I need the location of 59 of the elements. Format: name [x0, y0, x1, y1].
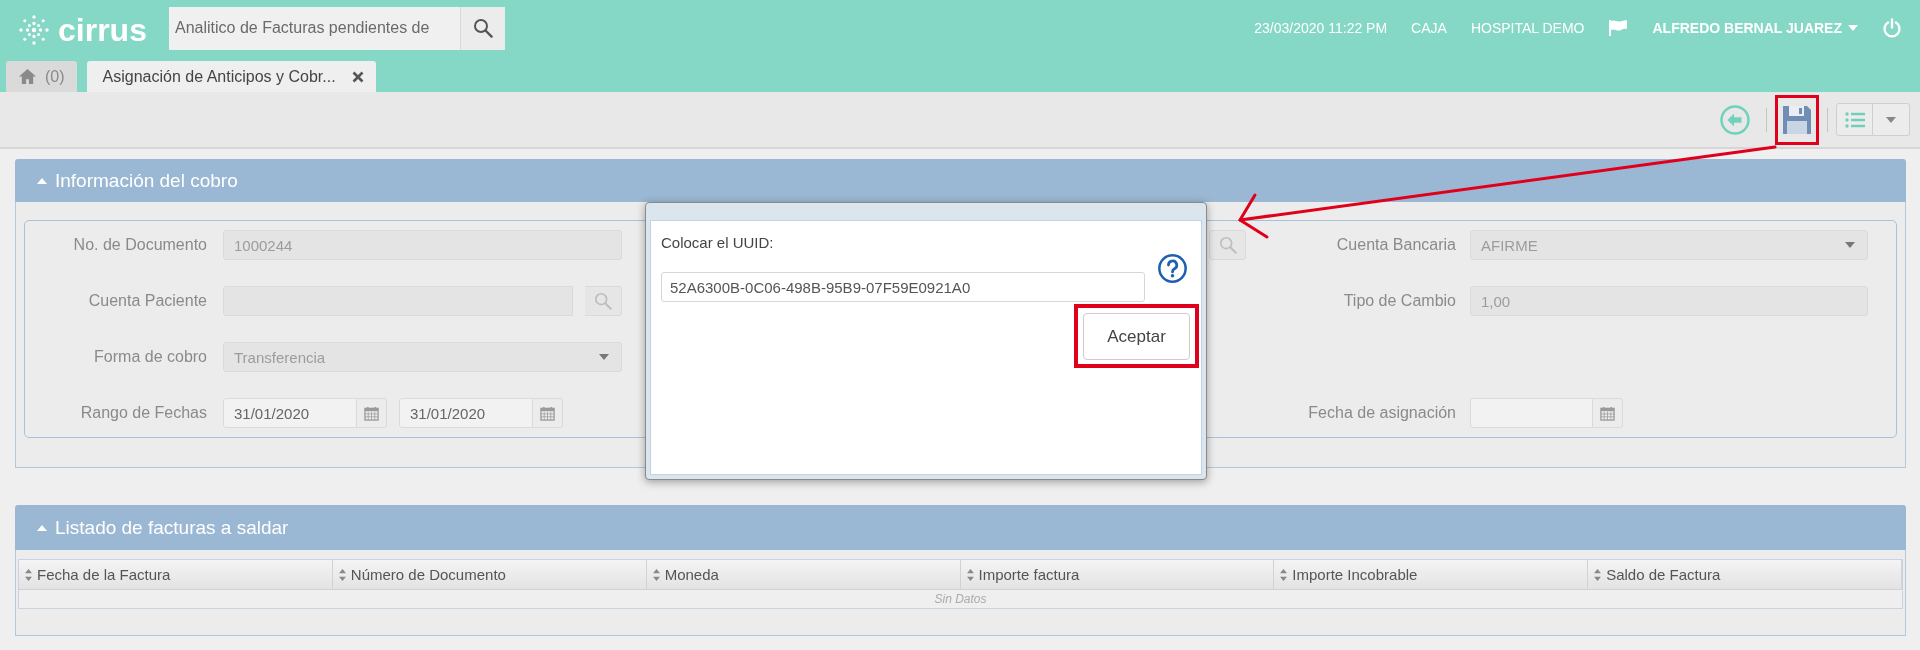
close-icon[interactable]	[351, 70, 364, 83]
search-field[interactable]: Analitico de Facturas pendientes de	[169, 6, 460, 50]
empty-table-message: Sin Datos	[934, 592, 987, 606]
column-header[interactable]: Moneda	[646, 560, 961, 590]
calendar-button[interactable]	[533, 398, 563, 428]
field-label: Fecha de asignación	[1308, 404, 1456, 422]
calendar-icon	[364, 405, 379, 421]
dropdown-button[interactable]	[1873, 103, 1910, 136]
search-icon	[473, 18, 493, 38]
hospital-name: HOSPITAL DEMO	[1470, 19, 1585, 36]
column-header[interactable]: Fecha de la Factura	[19, 560, 333, 590]
field-label: Rango de Fechas	[80, 404, 207, 422]
column-header[interactable]: Importe factura	[960, 560, 1275, 590]
logo-text: cirrus	[58, 13, 147, 46]
panel-title: Listado de facturas a saldar	[55, 516, 289, 539]
column-header[interactable]: Número de Documento	[332, 560, 647, 590]
date-field[interactable]: 31/01/2020	[223, 398, 357, 428]
sort-icon	[25, 568, 32, 581]
field-label: Tipo de Cambio	[1343, 292, 1456, 310]
field-label: Cuenta Bancaria	[1336, 236, 1456, 254]
date-time-text: 23/03/2020 11:22 PM	[1254, 19, 1388, 36]
search-icon	[594, 292, 612, 310]
caret-down-icon	[599, 354, 609, 360]
tab[interactable]: Asignación de Anticipos y Cobr...	[86, 61, 376, 92]
sort-icon	[1594, 568, 1602, 581]
calendar-icon	[540, 405, 555, 421]
caret-down-icon	[1886, 116, 1896, 123]
search-button[interactable]	[460, 6, 505, 50]
sort-icon	[652, 568, 660, 581]
caret-down-icon	[1848, 24, 1858, 31]
caret-down-icon	[1845, 242, 1855, 248]
column-header[interactable]: Importe Incobrable	[1274, 560, 1589, 590]
search-icon	[1218, 236, 1237, 254]
prompt-label: Colocar el UUID:	[661, 234, 774, 252]
power-icon[interactable]	[1882, 17, 1902, 38]
field-label: Forma de cobro	[94, 348, 207, 366]
field-label: Cuenta Paciente	[88, 292, 207, 310]
calendar-icon	[1600, 405, 1615, 421]
cash-desk-label: CAJA	[1411, 19, 1447, 36]
help-icon[interactable]	[1157, 253, 1187, 283]
column-header[interactable]: Saldo de Factura	[1588, 560, 1902, 590]
home-icon	[18, 68, 37, 85]
date-field[interactable]	[1470, 398, 1593, 428]
logo-icon	[18, 13, 50, 46]
flag-icon[interactable]	[1608, 18, 1629, 37]
uuid-field[interactable]: 52A6300B-0C06-498B-95B9-07F59E0921A0	[661, 272, 1145, 302]
panel-title: Información del cobro	[55, 169, 238, 192]
sort-icon	[966, 568, 974, 581]
date-field[interactable]: 31/01/2020	[399, 398, 533, 428]
accept-button[interactable]: Aceptar	[1083, 313, 1190, 360]
calendar-button[interactable]	[357, 398, 387, 428]
calendar-button[interactable]	[1593, 398, 1623, 428]
back-button[interactable]	[1720, 104, 1750, 135]
save-button[interactable]	[1775, 94, 1819, 145]
field-label: No. de Documento	[73, 236, 207, 254]
list-view-button[interactable]	[1836, 103, 1873, 136]
sort-icon	[1280, 568, 1288, 581]
list-icon	[1844, 111, 1865, 128]
sort-icon	[338, 568, 346, 581]
